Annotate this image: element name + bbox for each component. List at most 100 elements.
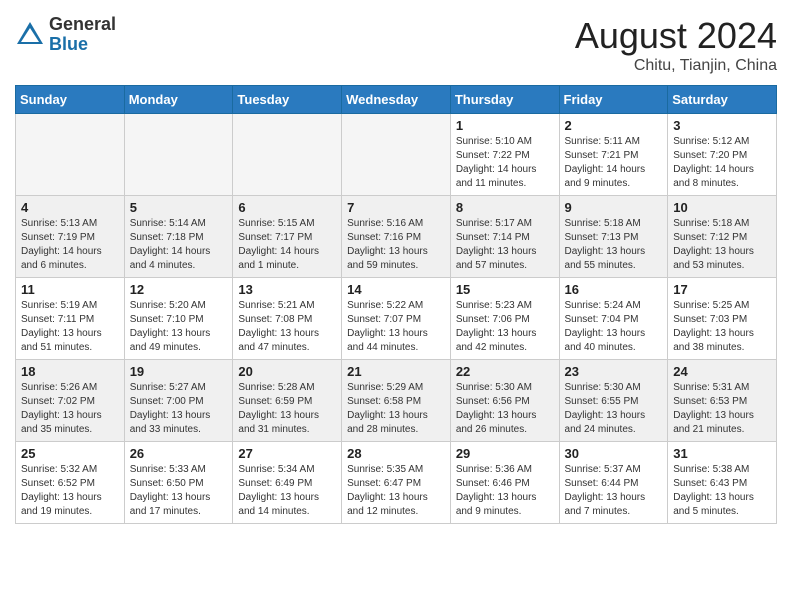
day-info: Sunrise: 5:16 AM Sunset: 7:16 PM Dayligh… [347, 217, 445, 273]
day-info: Sunrise: 5:19 AM Sunset: 7:11 PM Dayligh… [21, 299, 119, 355]
location-title: Chitu, Tianjin, China [575, 57, 777, 75]
table-row: 2 Sunrise: 5:11 AM Sunset: 7:21 PM Daylig… [559, 114, 668, 196]
logo-text: General Blue [49, 15, 116, 55]
day-number: 6 [238, 200, 336, 215]
logo-general-text: General [49, 15, 116, 35]
day-number: 13 [238, 282, 336, 297]
table-row: 29 Sunrise: 5:36 AM Sunset: 6:46 PM Dayli… [450, 442, 559, 524]
table-row: 23 Sunrise: 5:30 AM Sunset: 6:55 PM Dayli… [559, 360, 668, 442]
table-row: 7 Sunrise: 5:16 AM Sunset: 7:16 PM Daylig… [342, 196, 451, 278]
day-info: Sunrise: 5:24 AM Sunset: 7:04 PM Dayligh… [565, 299, 663, 355]
table-row: 15Sunrise: 5:23 AM Sunset: 7:06 PM Dayli… [450, 278, 559, 360]
day-number: 27 [238, 446, 336, 461]
day-number: 29 [456, 446, 554, 461]
table-row: 16Sunrise: 5:24 AM Sunset: 7:04 PM Dayli… [559, 278, 668, 360]
header-thursday: Thursday [450, 86, 559, 114]
day-info: Sunrise: 5:38 AM Sunset: 6:43 PM Dayligh… [673, 463, 771, 519]
day-info: Sunrise: 5:29 AM Sunset: 6:58 PM Dayligh… [347, 381, 445, 437]
table-row: 12 Sunrise: 5:20 AM Sunset: 7:10 PM Dayli… [124, 278, 233, 360]
day-number: 21 [347, 364, 445, 379]
table-row: 27 Sunrise: 5:34 AM Sunset: 6:49 PM Dayli… [233, 442, 342, 524]
day-number: 19 [130, 364, 228, 379]
table-row: 21 Sunrise: 5:29 AM Sunset: 6:58 PM Dayli… [342, 360, 451, 442]
day-info: Sunrise: 5:15 AM Sunset: 7:17 PM Dayligh… [238, 217, 336, 273]
table-row: 25Sunrise: 5:32 AM Sunset: 6:52 PM Dayli… [16, 442, 125, 524]
day-number: 15 [456, 282, 554, 297]
day-number: 14 [347, 282, 445, 297]
weekday-header-row: Sunday Monday Tuesday Wednesday Thursday… [16, 86, 777, 114]
day-number: 31 [673, 446, 771, 461]
table-row: 24Sunrise: 5:31 AM Sunset: 6:53 PM Dayli… [668, 360, 777, 442]
day-info: Sunrise: 5:14 AM Sunset: 7:18 PM Dayligh… [130, 217, 228, 273]
day-info: Sunrise: 5:25 AM Sunset: 7:03 PM Dayligh… [673, 299, 771, 355]
table-row: 6 Sunrise: 5:15 AM Sunset: 7:17 PM Daylig… [233, 196, 342, 278]
table-row: 31 Sunrise: 5:38 AM Sunset: 6:43 PM Dayli… [668, 442, 777, 524]
month-title: August 2024 [575, 15, 777, 57]
table-row: 20Sunrise: 5:28 AM Sunset: 6:59 PM Dayli… [233, 360, 342, 442]
table-row: 19 Sunrise: 5:27 AM Sunset: 7:00 PM Dayli… [124, 360, 233, 442]
table-row: 4 Sunrise: 5:13 AM Sunset: 7:19 PM Daylig… [16, 196, 125, 278]
day-number: 24 [673, 364, 771, 379]
header-friday: Friday [559, 86, 668, 114]
day-info: Sunrise: 5:12 AM Sunset: 7:20 PM Dayligh… [673, 135, 771, 191]
day-number: 11 [21, 282, 119, 297]
table-row [342, 114, 451, 196]
day-number: 2 [565, 118, 663, 133]
day-info: Sunrise: 5:34 AM Sunset: 6:49 PM Dayligh… [238, 463, 336, 519]
day-info: Sunrise: 5:20 AM Sunset: 7:10 PM Dayligh… [130, 299, 228, 355]
day-number: 20 [238, 364, 336, 379]
table-row: 3 Sunrise: 5:12 AM Sunset: 7:20 PM Daylig… [668, 114, 777, 196]
table-row: 5 Sunrise: 5:14 AM Sunset: 7:18 PM Daylig… [124, 196, 233, 278]
day-info: Sunrise: 5:36 AM Sunset: 6:46 PM Dayligh… [456, 463, 554, 519]
day-info: Sunrise: 5:35 AM Sunset: 6:47 PM Dayligh… [347, 463, 445, 519]
calendar-week-row: 11 Sunrise: 5:19 AM Sunset: 7:11 PM Dayli… [16, 278, 777, 360]
table-row: 18 Sunrise: 5:26 AM Sunset: 7:02 PM Dayli… [16, 360, 125, 442]
table-row: 8 Sunrise: 5:17 AM Sunset: 7:14 PM Daylig… [450, 196, 559, 278]
day-info: Sunrise: 5:10 AM Sunset: 7:22 PM Dayligh… [456, 135, 554, 191]
day-number: 26 [130, 446, 228, 461]
calendar-table: Sunday Monday Tuesday Wednesday Thursday… [15, 85, 777, 524]
table-row: 9Sunrise: 5:18 AM Sunset: 7:13 PM Daylig… [559, 196, 668, 278]
day-number: 9 [565, 200, 663, 215]
day-info: Sunrise: 5:30 AM Sunset: 6:56 PM Dayligh… [456, 381, 554, 437]
page-header: General Blue August 2024 Chitu, Tianjin,… [15, 15, 777, 75]
day-number: 18 [21, 364, 119, 379]
table-row: 10Sunrise: 5:18 AM Sunset: 7:12 PM Dayli… [668, 196, 777, 278]
day-info: Sunrise: 5:13 AM Sunset: 7:19 PM Dayligh… [21, 217, 119, 273]
day-number: 4 [21, 200, 119, 215]
day-info: Sunrise: 5:37 AM Sunset: 6:44 PM Dayligh… [565, 463, 663, 519]
day-info: Sunrise: 5:27 AM Sunset: 7:00 PM Dayligh… [130, 381, 228, 437]
header-saturday: Saturday [668, 86, 777, 114]
day-info: Sunrise: 5:26 AM Sunset: 7:02 PM Dayligh… [21, 381, 119, 437]
day-number: 5 [130, 200, 228, 215]
day-number: 3 [673, 118, 771, 133]
day-info: Sunrise: 5:21 AM Sunset: 7:08 PM Dayligh… [238, 299, 336, 355]
day-info: Sunrise: 5:18 AM Sunset: 7:12 PM Dayligh… [673, 217, 771, 273]
table-row: 11 Sunrise: 5:19 AM Sunset: 7:11 PM Dayli… [16, 278, 125, 360]
table-row [16, 114, 125, 196]
day-number: 7 [347, 200, 445, 215]
day-number: 12 [130, 282, 228, 297]
day-info: Sunrise: 5:17 AM Sunset: 7:14 PM Dayligh… [456, 217, 554, 273]
table-row: 28 Sunrise: 5:35 AM Sunset: 6:47 PM Dayli… [342, 442, 451, 524]
logo: General Blue [15, 15, 116, 55]
day-number: 17 [673, 282, 771, 297]
calendar-week-row: 1Sunrise: 5:10 AM Sunset: 7:22 PM Daylig… [16, 114, 777, 196]
title-area: August 2024 Chitu, Tianjin, China [575, 15, 777, 75]
header-wednesday: Wednesday [342, 86, 451, 114]
table-row: 30Sunrise: 5:37 AM Sunset: 6:44 PM Dayli… [559, 442, 668, 524]
day-number: 23 [565, 364, 663, 379]
day-number: 28 [347, 446, 445, 461]
day-info: Sunrise: 5:11 AM Sunset: 7:21 PM Dayligh… [565, 135, 663, 191]
table-row: 22 Sunrise: 5:30 AM Sunset: 6:56 PM Dayli… [450, 360, 559, 442]
calendar-week-row: 25Sunrise: 5:32 AM Sunset: 6:52 PM Dayli… [16, 442, 777, 524]
day-number: 8 [456, 200, 554, 215]
table-row: 13 Sunrise: 5:21 AM Sunset: 7:08 PM Dayli… [233, 278, 342, 360]
table-row [124, 114, 233, 196]
day-info: Sunrise: 5:22 AM Sunset: 7:07 PM Dayligh… [347, 299, 445, 355]
day-number: 25 [21, 446, 119, 461]
day-info: Sunrise: 5:33 AM Sunset: 6:50 PM Dayligh… [130, 463, 228, 519]
day-number: 22 [456, 364, 554, 379]
day-info: Sunrise: 5:30 AM Sunset: 6:55 PM Dayligh… [565, 381, 663, 437]
logo-icon [15, 20, 45, 50]
